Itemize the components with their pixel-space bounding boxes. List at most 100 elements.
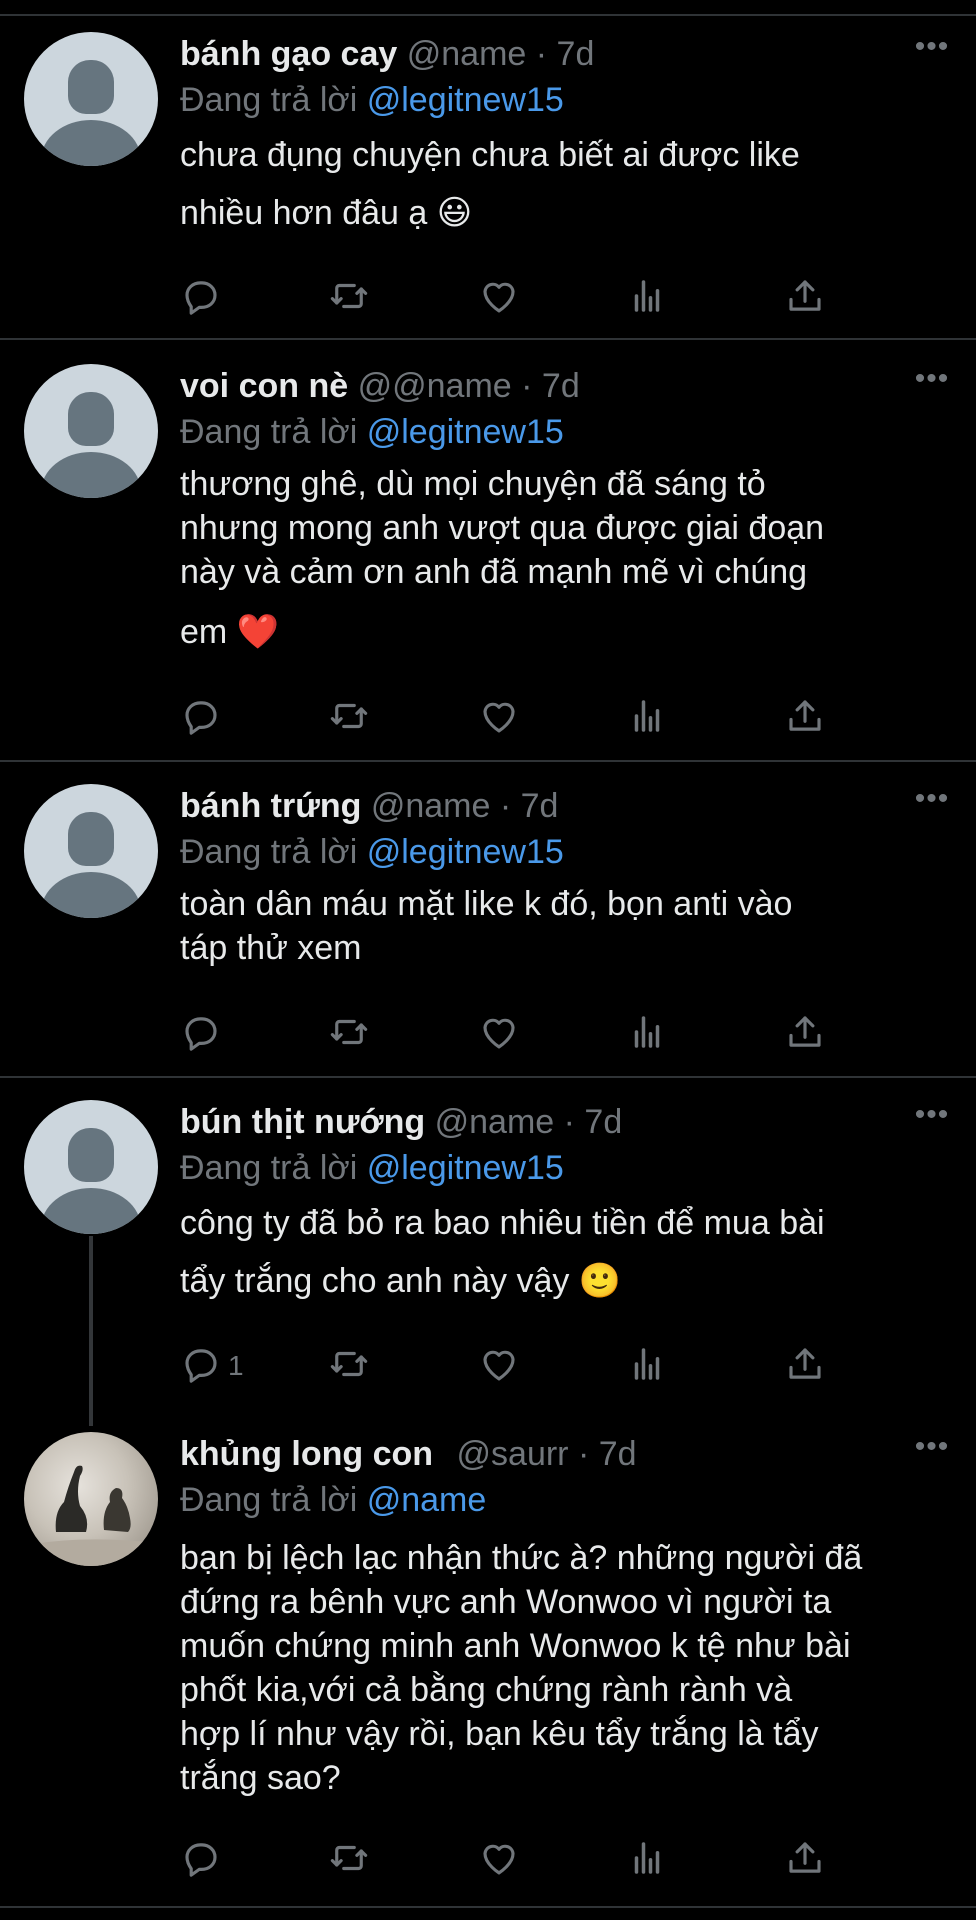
like-button[interactable] (478, 1838, 520, 1882)
tweet-text-line: tẩy trắng cho anh này vậy 🙂 (180, 1262, 622, 1300)
tweet-text-line: nhưng mong anh vượt qua được giai đoạn (180, 509, 825, 547)
share-button[interactable] (784, 276, 826, 320)
display-name[interactable]: voi con nè (180, 367, 348, 405)
retweet-icon (328, 275, 370, 322)
analytics-icon (626, 275, 668, 322)
display-name[interactable]: bánh gạo cay (180, 35, 397, 73)
replying-to-link[interactable]: @legitnew15 (367, 81, 564, 119)
like-button[interactable] (478, 1344, 520, 1388)
analytics-button[interactable] (626, 696, 668, 740)
separator-dot: · (563, 1103, 575, 1141)
separator-dot: · (577, 1435, 590, 1473)
separator-dot: · (499, 787, 512, 825)
retweet-icon (328, 1343, 370, 1390)
timestamp[interactable]: 7d (584, 1103, 622, 1141)
divider (0, 760, 976, 762)
avatar[interactable] (24, 32, 158, 166)
thread-connector (89, 1236, 93, 1426)
dinosaur-figures-image (34, 1465, 148, 1566)
share-button[interactable] (784, 1838, 826, 1882)
like-button[interactable] (478, 276, 520, 320)
replying-to-link[interactable]: @legitnew15 (367, 1149, 564, 1187)
tweet-text: bạn bị lệch lạc nhận thức à? những người… (180, 1536, 952, 1800)
tweet-text: công ty đã bỏ ra bao nhiêu tiền để mua b… (180, 1194, 952, 1310)
share-button[interactable] (784, 696, 826, 740)
divider (0, 14, 976, 16)
reply-button[interactable] (180, 1838, 228, 1882)
tweet-text: toàn dân máu mặt like k đó, bọn anti vào… (180, 882, 952, 970)
analytics-button[interactable] (626, 1344, 668, 1388)
replying-to-link[interactable]: @legitnew15 (367, 833, 564, 871)
reply-button[interactable] (180, 696, 228, 740)
tweet-text-line: muốn chứng minh anh Wonwoo k tệ như bài (180, 1627, 851, 1665)
analytics-button[interactable] (626, 1012, 668, 1056)
retweet-button[interactable] (328, 696, 370, 740)
reply-icon (180, 695, 222, 742)
like-icon (478, 275, 520, 322)
replying-to-label: Đang trả lời (180, 1481, 358, 1519)
display-name[interactable]: bún thịt nướng (180, 1103, 425, 1141)
analytics-icon (626, 695, 668, 742)
share-icon (784, 1343, 826, 1390)
tweet-text-line: trắng sao? (180, 1759, 341, 1797)
tweet-text-line: đứng ra bênh vực anh Wonwoo vì người ta (180, 1583, 832, 1621)
divider (0, 1076, 976, 1078)
more-icon[interactable]: ••• (912, 32, 952, 66)
tweet-text-line: táp thử xem (180, 929, 362, 967)
reply-button[interactable] (180, 1012, 228, 1056)
share-button[interactable] (784, 1012, 826, 1056)
timestamp[interactable]: 7d (521, 787, 559, 825)
tweet-text-line: công ty đã bỏ ra bao nhiêu tiền để mua b… (180, 1204, 825, 1242)
replying-to-label: Đang trả lời (180, 833, 358, 871)
reply-button[interactable] (180, 276, 228, 320)
tweet-text-line: em ❤️ (180, 613, 280, 651)
action-bar (180, 1838, 860, 1882)
avatar[interactable] (24, 364, 158, 498)
more-icon[interactable]: ••• (912, 1432, 952, 1466)
replying-to-label: Đang trả lời (180, 1149, 358, 1187)
tweet-text-line: thương ghê, dù mọi chuyện đã sáng tỏ (180, 465, 766, 503)
handle[interactable]: @name (371, 787, 491, 825)
timestamp[interactable]: 7d (599, 1435, 637, 1473)
handle[interactable]: @saurr (457, 1435, 569, 1473)
tweet-text: thương ghê, dù mọi chuyện đã sáng tỏ như… (180, 462, 952, 654)
replying-to-link[interactable]: @legitnew15 (367, 413, 564, 451)
more-icon[interactable]: ••• (912, 1100, 952, 1134)
retweet-button[interactable] (328, 1012, 370, 1056)
avatar[interactable] (24, 1432, 158, 1566)
analytics-icon (626, 1837, 668, 1884)
separator-dot: · (521, 367, 533, 405)
retweet-icon (328, 1011, 370, 1058)
retweet-button[interactable] (328, 1344, 370, 1388)
handle[interactable]: @name (435, 1103, 555, 1141)
tweet-text: chưa đụng chuyện chưa biết ai được like … (180, 126, 952, 242)
like-icon (478, 1011, 520, 1058)
analytics-button[interactable] (626, 1838, 668, 1882)
display-name[interactable]: khủng long con (180, 1435, 433, 1473)
retweet-button[interactable] (328, 276, 370, 320)
retweet-button[interactable] (328, 1838, 370, 1882)
avatar[interactable] (24, 784, 158, 918)
reply-button[interactable]: 1 (180, 1344, 244, 1388)
timestamp[interactable]: 7d (542, 367, 580, 405)
more-icon[interactable]: ••• (912, 784, 952, 818)
timestamp[interactable]: 7d (557, 35, 595, 73)
handle[interactable]: @@name (358, 367, 512, 405)
share-icon (784, 695, 826, 742)
reply-icon (180, 275, 222, 322)
tweet-text-line: hợp lí như vậy rồi, bạn kêu tẩy trắng là… (180, 1715, 819, 1753)
more-icon[interactable]: ••• (912, 364, 952, 398)
handle[interactable]: @name (407, 35, 527, 73)
tweet-text-line: nhiều hơn đâu ạ 😃 (180, 194, 473, 232)
replying-to-label: Đang trả lời (180, 81, 358, 119)
share-button[interactable] (784, 1344, 826, 1388)
like-icon (478, 1837, 520, 1884)
display-name[interactable]: bánh trứng (180, 787, 361, 825)
share-icon (784, 275, 826, 322)
like-button[interactable] (478, 1012, 520, 1056)
like-button[interactable] (478, 696, 520, 740)
analytics-button[interactable] (626, 276, 668, 320)
replying-to-link[interactable]: @name (367, 1481, 487, 1519)
avatar[interactable] (24, 1100, 158, 1234)
action-bar: 1 (180, 1344, 860, 1388)
